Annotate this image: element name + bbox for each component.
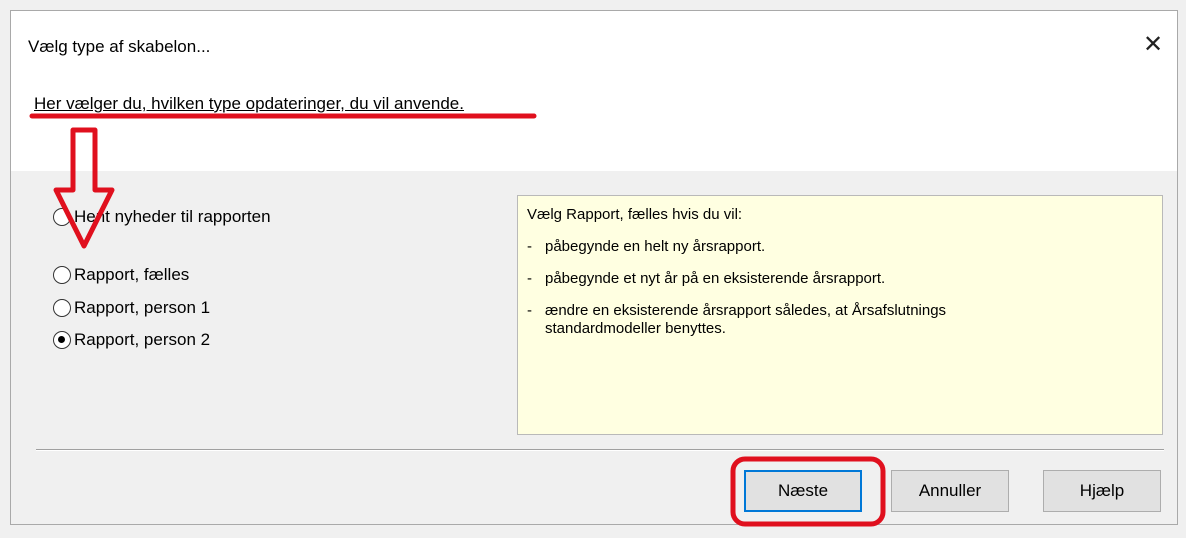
template-type-dialog: Vælg type af skabelon... ✕ Her vælger du… — [10, 10, 1178, 525]
radio-rapport-person-1[interactable]: Rapport, person 1 — [53, 298, 210, 318]
next-button[interactable]: Næste — [744, 470, 862, 512]
radio-button-icon[interactable] — [53, 266, 71, 284]
help-button[interactable]: Hjælp — [1043, 470, 1161, 512]
radio-label: Rapport, person 1 — [74, 298, 211, 317]
radio-label: Hent nyheder til rapporten — [74, 207, 271, 226]
info-bullet: - ændre en eksisterende årsrapport såled… — [527, 302, 1152, 338]
bullet-dash: - — [527, 270, 532, 287]
radio-hent-nyheder[interactable]: Hent nyheder til rapporten — [53, 207, 271, 227]
info-bullet: - påbegynde en helt ny årsrapport. — [527, 238, 1152, 256]
info-heading: Vælg Rapport, fælles hvis du vil: — [527, 206, 743, 223]
footer-divider — [36, 449, 1164, 451]
dialog-subtitle: Her vælger du, hvilken type opdateringer… — [34, 94, 464, 113]
info-panel: Vælg Rapport, fælles hvis du vil: - påbe… — [517, 195, 1163, 435]
radio-label: Rapport, fælles — [74, 265, 190, 284]
close-icon[interactable]: ✕ — [1137, 29, 1169, 61]
radio-button-icon[interactable] — [53, 299, 71, 317]
bullet-text: påbegynde et nyt år på en eksisterende å… — [545, 270, 886, 287]
radio-button-selected-icon[interactable] — [53, 331, 71, 349]
dialog-header: Vælg type af skabelon... ✕ Her vælger du… — [11, 11, 1177, 171]
radio-button-icon[interactable] — [53, 208, 71, 226]
info-bullet: - påbegynde et nyt år på en eksisterende… — [527, 270, 1152, 288]
cancel-button[interactable]: Annuller — [891, 470, 1009, 512]
bullet-dash: - — [527, 302, 532, 319]
radio-label: Rapport, person 2 — [74, 330, 211, 349]
bullet-text: påbegynde en helt ny årsrapport. — [545, 238, 766, 255]
bullet-dash: - — [527, 238, 532, 255]
dialog-title: Vælg type af skabelon... — [28, 37, 211, 56]
bullet-text: ændre en eksisterende årsrapport således… — [545, 302, 947, 337]
radio-rapport-faelles[interactable]: Rapport, fælles — [53, 265, 189, 285]
radio-rapport-person-2[interactable]: Rapport, person 2 — [53, 330, 210, 350]
